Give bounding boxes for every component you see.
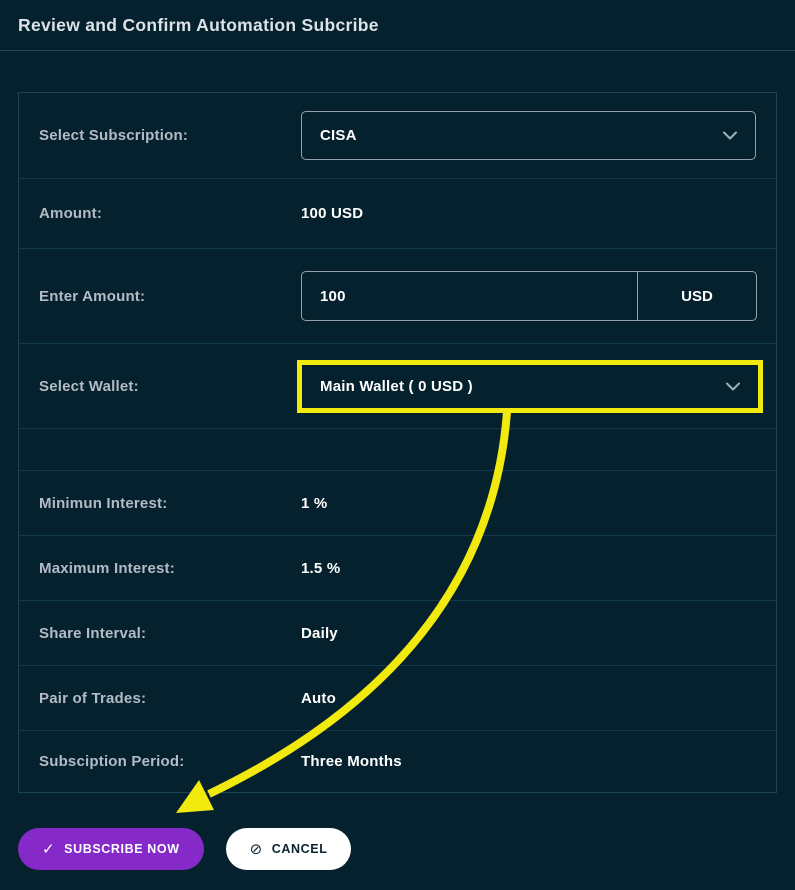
- subscription-review-page: Review and Confirm Automation Subcribe S…: [0, 0, 795, 890]
- amount-input-group: USD: [301, 271, 757, 321]
- page-title: Review and Confirm Automation Subcribe: [18, 15, 379, 36]
- chevron-down-icon: [726, 382, 740, 391]
- row-spacer: [19, 429, 776, 471]
- share-interval-label: Share Interval:: [19, 625, 301, 642]
- enter-amount-label: Enter Amount:: [19, 288, 301, 305]
- min-interest-value: 1 %: [301, 495, 327, 512]
- check-icon: ✓: [42, 842, 55, 857]
- amount-value: 100 USD: [301, 205, 363, 222]
- cancel-label: CANCEL: [272, 842, 328, 856]
- row-subscription-period: Subsciption Period: Three Months: [19, 731, 776, 792]
- min-interest-label: Minimun Interest:: [19, 495, 301, 512]
- row-share-interval: Share Interval: Daily: [19, 601, 776, 666]
- chevron-down-icon: [723, 131, 737, 140]
- cancel-button[interactable]: ⊘ CANCEL: [226, 828, 352, 870]
- row-enter-amount: Enter Amount: USD: [19, 249, 776, 344]
- subscribe-now-label: SUBSCRIBE NOW: [64, 842, 179, 856]
- slash-circle-icon: ⊘: [250, 842, 263, 857]
- subscribe-now-button[interactable]: ✓ SUBSCRIBE NOW: [18, 828, 204, 870]
- row-amount: Amount: 100 USD: [19, 179, 776, 249]
- action-bar: ✓ SUBSCRIBE NOW ⊘ CANCEL: [18, 828, 777, 870]
- share-interval-value: Daily: [301, 625, 338, 642]
- row-pair-of-trades: Pair of Trades: Auto: [19, 666, 776, 731]
- wallet-label: Select Wallet:: [19, 378, 301, 395]
- subscription-label: Select Subscription:: [19, 127, 301, 144]
- pair-of-trades-label: Pair of Trades:: [19, 690, 301, 707]
- pair-of-trades-value: Auto: [301, 690, 336, 707]
- review-table: Select Subscription: CISA Amount: 100 US…: [18, 92, 777, 793]
- subscription-period-label: Subsciption Period:: [19, 753, 301, 770]
- amount-label: Amount:: [19, 205, 301, 222]
- row-select-subscription: Select Subscription: CISA: [19, 93, 776, 179]
- currency-addon: USD: [637, 272, 756, 320]
- subscription-select[interactable]: CISA: [301, 111, 756, 160]
- subscription-select-value: CISA: [320, 127, 357, 144]
- max-interest-label: Maximum Interest:: [19, 560, 301, 577]
- subscription-period-value: Three Months: [301, 753, 402, 770]
- row-select-wallet: Select Wallet: Main Wallet ( 0 USD ): [19, 344, 776, 429]
- amount-input[interactable]: [302, 272, 637, 320]
- max-interest-value: 1.5 %: [301, 560, 340, 577]
- wallet-select[interactable]: Main Wallet ( 0 USD ): [297, 360, 763, 413]
- row-min-interest: Minimun Interest: 1 %: [19, 471, 776, 536]
- wallet-select-value: Main Wallet ( 0 USD ): [320, 378, 473, 395]
- page-header: Review and Confirm Automation Subcribe: [0, 0, 795, 51]
- row-max-interest: Maximum Interest: 1.5 %: [19, 536, 776, 601]
